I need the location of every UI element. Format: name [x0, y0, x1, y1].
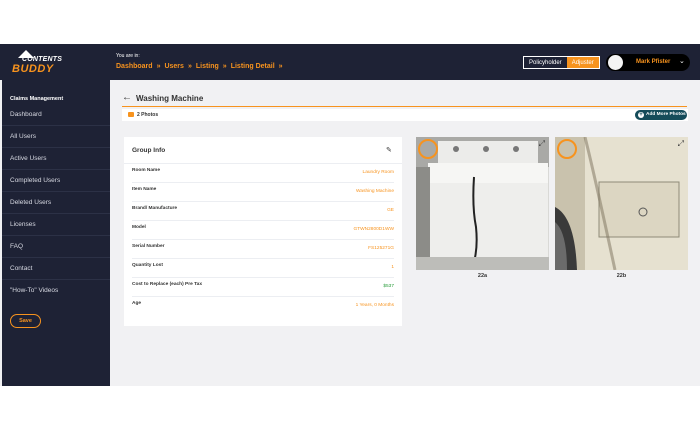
- page-header: ← Washing Machine: [122, 93, 203, 103]
- sidebar-item-dashboard[interactable]: Dashboard: [2, 104, 110, 126]
- sidebar-item-label: Dashboard: [10, 111, 42, 118]
- sidebar-item-label: Contact: [10, 265, 33, 272]
- photo-badge-icon: [418, 139, 438, 159]
- photo-count: 2 Photos: [137, 112, 159, 118]
- expand-icon[interactable]: ⤢: [678, 139, 684, 149]
- photo-badge-icon: [557, 139, 577, 159]
- info-label: Cost to Replace (each) Pre Tax: [132, 282, 203, 287]
- sidebar-item-label: All Users: [10, 133, 37, 140]
- sidebar: Claims Management Dashboard All Users Ac…: [2, 80, 110, 386]
- sidebar-item-active-users[interactable]: Active Users: [2, 148, 110, 170]
- photo-caption: 22b: [616, 273, 627, 279]
- sidebar-section-title: Claims Management: [10, 96, 64, 102]
- sidebar-item-completed-users[interactable]: Completed Users: [2, 170, 110, 192]
- sidebar-item-licenses[interactable]: Licenses: [2, 214, 110, 236]
- plus-icon: +: [638, 112, 644, 118]
- sidebar-item-how-to-videos[interactable]: "How-To" Videos: [2, 280, 110, 302]
- info-row: Cost to Replace (each) Pre Tax $537: [132, 278, 394, 297]
- sidebar-item-contact[interactable]: Contact: [2, 258, 110, 280]
- add-more-photos-button[interactable]: + Add More Photos: [635, 110, 687, 120]
- logo-text-bottom: BUDDY: [12, 63, 54, 75]
- you-are-in-label: You are in:: [116, 53, 140, 59]
- breadcrumb-listing[interactable]: Listing: [196, 63, 219, 70]
- info-row: Age 1 Years, 0 Months: [132, 297, 394, 316]
- chevron-right-icon: »: [278, 63, 283, 70]
- info-row: Item Name Washing Machine: [132, 183, 394, 202]
- camera-icon: [128, 112, 134, 117]
- sidebar-item-label: Deleted Users: [10, 199, 52, 206]
- avatar: [608, 55, 623, 70]
- photo-caption: 22a: [477, 273, 488, 279]
- info-value: $537: [383, 284, 394, 289]
- group-info-card: Group Info ✎ Room Name Laundry Room Item …: [124, 137, 402, 326]
- user-menu[interactable]: Mark Pfister ⌄: [606, 54, 690, 71]
- info-row: Serial Number FS125271G: [132, 240, 394, 259]
- info-row: Quantity Lost 1: [132, 259, 394, 278]
- info-row: Brand/ Manufacture GE: [132, 202, 394, 221]
- sidebar-item-label: FAQ: [10, 243, 24, 250]
- info-label: Item Name: [132, 187, 157, 192]
- role-policyholder[interactable]: Policyholder: [524, 57, 567, 68]
- sidebar-item-faq[interactable]: FAQ: [2, 236, 110, 258]
- pencil-icon[interactable]: ✎: [386, 146, 392, 154]
- info-value: Laundry Room: [362, 170, 394, 175]
- info-label: Serial Number: [132, 244, 165, 249]
- chevron-right-icon: »: [187, 63, 192, 70]
- contents-buddy-logo[interactable]: CONTENTS BUDDY: [8, 50, 63, 76]
- logo-text-top: CONTENTS: [22, 56, 63, 63]
- save-button-label: Save: [19, 318, 32, 324]
- info-value: 1: [391, 265, 394, 270]
- save-button[interactable]: Save: [10, 314, 41, 328]
- expand-icon[interactable]: ⤢: [539, 139, 545, 149]
- role-toggle: Policyholder Adjuster: [523, 56, 600, 69]
- washing-machine-photo: [416, 137, 549, 270]
- appliance-label-photo: [555, 137, 688, 270]
- title-divider: [122, 106, 687, 107]
- page-title: Washing Machine: [136, 93, 204, 103]
- chevron-right-icon: »: [156, 63, 161, 70]
- sidebar-item-label: Completed Users: [10, 177, 61, 184]
- sidebar-item-label: Licenses: [10, 221, 36, 228]
- photo-22b[interactable]: ⤢: [555, 137, 688, 270]
- sidebar-item-deleted-users[interactable]: Deleted Users: [2, 192, 110, 214]
- sidebar-item-label: Active Users: [10, 155, 47, 162]
- add-more-photos-label: Add More Photos: [646, 112, 686, 117]
- info-label: Room Name: [132, 168, 160, 173]
- info-row: Room Name Laundry Room: [132, 164, 394, 183]
- chevron-right-icon: »: [222, 63, 227, 70]
- sidebar-item-label: "How-To" Videos: [10, 287, 59, 294]
- group-info-title: Group Info: [132, 147, 166, 154]
- breadcrumb-listing-detail[interactable]: Listing Detail: [231, 63, 275, 70]
- info-value: Washing Machine: [356, 189, 394, 194]
- photo-bar: 2 Photos: [122, 109, 688, 121]
- info-label: Age: [132, 301, 142, 306]
- role-adjuster[interactable]: Adjuster: [566, 57, 599, 68]
- photo-22a[interactable]: ⤢: [416, 137, 549, 270]
- info-value: FS125271G: [368, 246, 394, 251]
- user-name: Mark Pfister: [636, 59, 671, 65]
- info-label: Brand/ Manufacture: [132, 206, 178, 211]
- info-label: Model: [132, 225, 146, 230]
- sidebar-item-all-users[interactable]: All Users: [2, 126, 110, 148]
- chevron-down-icon: ⌄: [679, 58, 685, 65]
- breadcrumb: Dashboard » Users » Listing » Listing De…: [116, 63, 283, 70]
- info-label: Quantity Lost: [132, 263, 163, 268]
- back-arrow-icon[interactable]: ←: [122, 93, 132, 103]
- info-value: 1 Years, 0 Months: [355, 303, 394, 308]
- info-value: GTWN2800D1WW: [353, 227, 394, 232]
- info-row: Model GTWN2800D1WW: [132, 221, 394, 240]
- breadcrumb-users[interactable]: Users: [164, 63, 183, 70]
- info-value: GE: [387, 208, 394, 213]
- breadcrumb-dashboard[interactable]: Dashboard: [116, 63, 153, 70]
